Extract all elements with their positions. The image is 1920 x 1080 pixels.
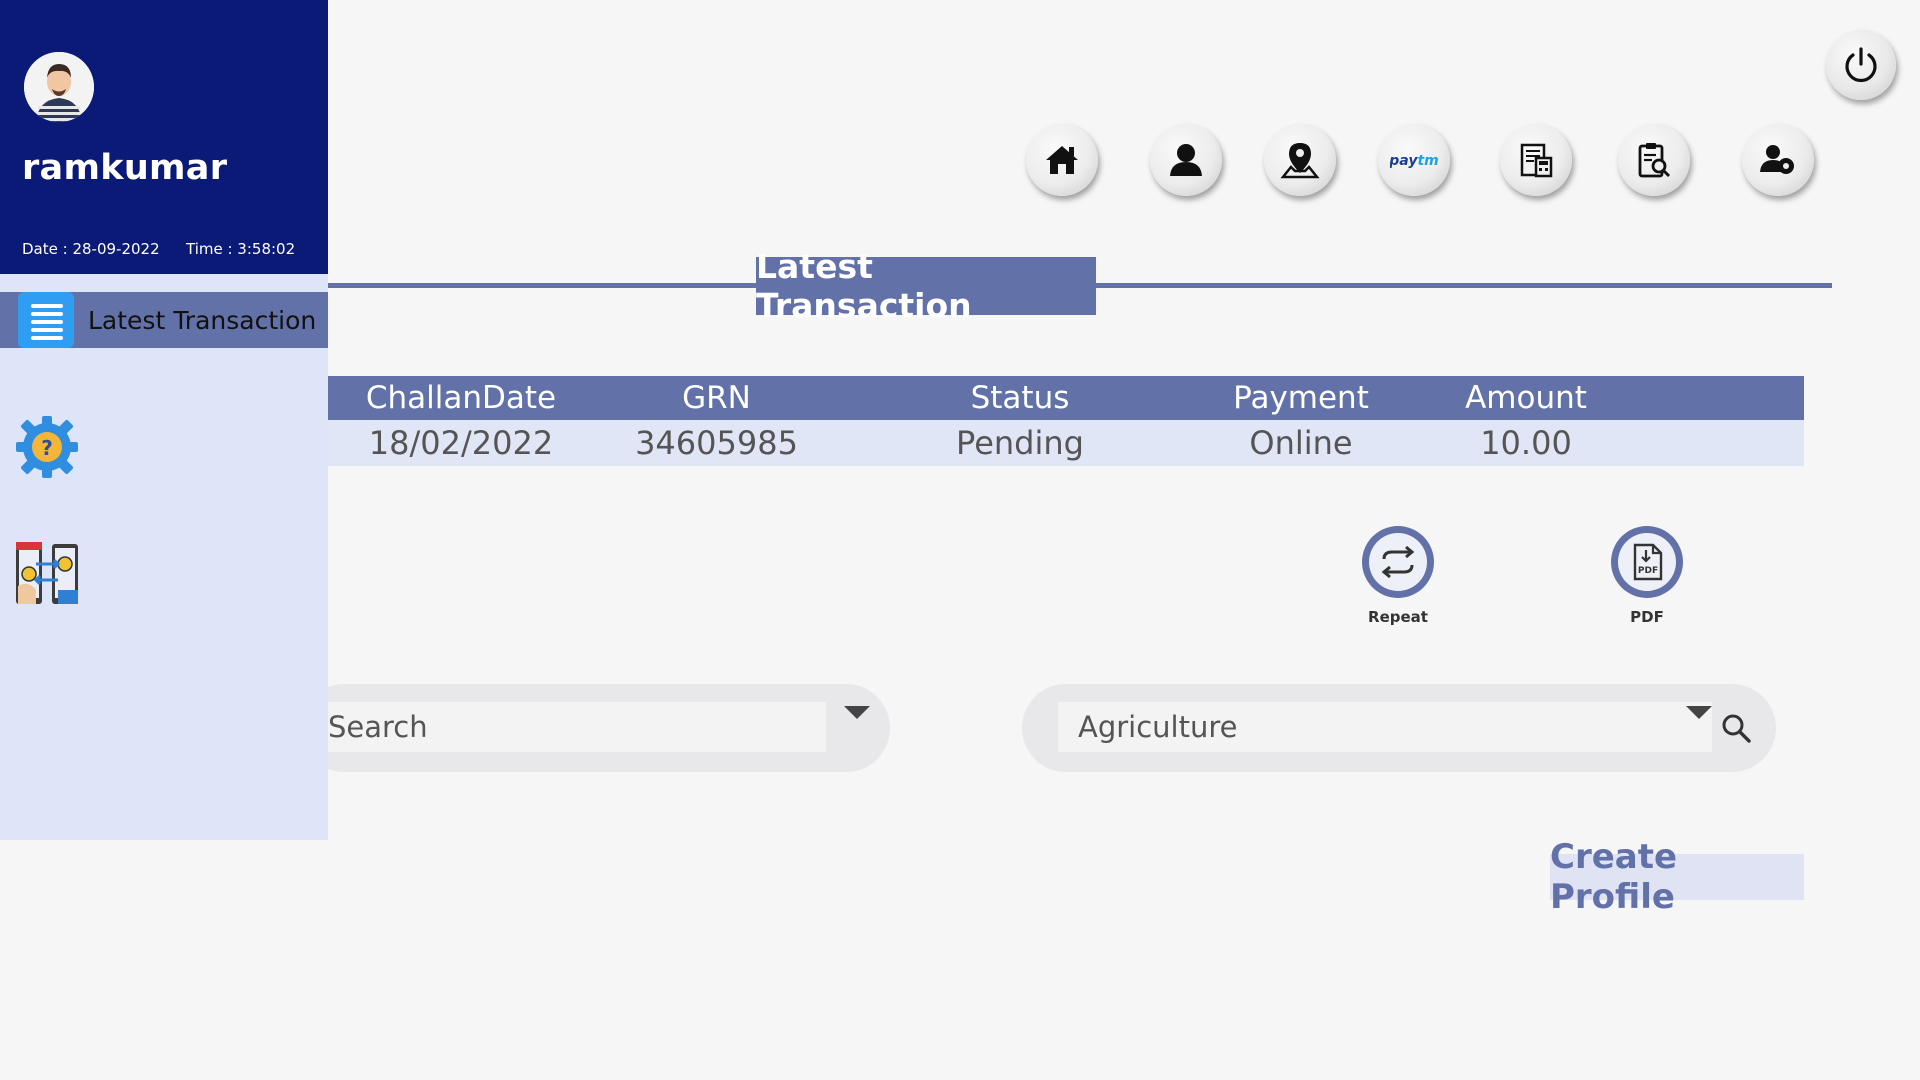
- column-header-grn: GRN: [682, 380, 751, 416]
- user-icon: [1170, 144, 1202, 176]
- section-title: Latest Transaction: [756, 247, 1096, 325]
- column-header-amount: Amount: [1465, 380, 1587, 416]
- username: ramkumar: [22, 148, 228, 188]
- category-search-container: Agriculture: [1022, 684, 1776, 772]
- svg-text:PDF: PDF: [1638, 566, 1658, 576]
- repeat-button[interactable]: Repeat: [1348, 526, 1448, 626]
- current-time: Time : 3:58:02: [186, 240, 296, 258]
- list-icon: [18, 292, 74, 348]
- avatar[interactable]: [24, 52, 94, 122]
- category-dropdown-value: Agriculture: [1078, 710, 1238, 744]
- nav-clipboard-search-button[interactable]: [1618, 124, 1690, 196]
- cell-amount: 10.00: [1480, 424, 1572, 462]
- settings-help-gear-icon[interactable]: ?: [14, 414, 80, 480]
- column-header-challan-date: ChallanDate: [365, 380, 557, 416]
- pdf-file-icon: PDF: [1633, 543, 1663, 581]
- repeat-button-inner: [1369, 533, 1427, 591]
- nav-home-button[interactable]: [1026, 124, 1098, 196]
- mobile-money-exchange-icon[interactable]: [14, 540, 80, 608]
- chevron-down-icon[interactable]: [1686, 706, 1712, 719]
- repeat-label: Repeat: [1368, 608, 1428, 626]
- category-dropdown[interactable]: Agriculture: [1058, 702, 1712, 752]
- repeat-button-circle: [1362, 526, 1434, 598]
- pdf-button[interactable]: PDF PDF: [1597, 526, 1697, 626]
- sidebar-item-label: Latest Transaction: [88, 305, 317, 335]
- cell-grn: 34605985: [635, 424, 798, 462]
- search-dropdown[interactable]: Search: [328, 702, 826, 752]
- cell-status: Pending: [956, 424, 1084, 462]
- search-dropdown-value: Search: [328, 710, 428, 744]
- home-icon: [1046, 146, 1078, 174]
- profile-panel: ramkumar Date : 28-09-2022 Time : 3:58:0…: [0, 0, 328, 274]
- sidebar-item-latest-transaction[interactable]: Latest Transaction: [0, 292, 328, 348]
- create-profile-button[interactable]: Create Profile: [1550, 837, 1804, 917]
- nav-user-settings-button[interactable]: [1742, 124, 1814, 196]
- sidebar-bg-extension: [0, 684, 328, 772]
- power-icon: [1845, 47, 1877, 83]
- svg-text:paytm: paytm: [1390, 153, 1438, 169]
- map-pin-icon: [1280, 143, 1320, 179]
- pdf-button-circle: PDF: [1611, 526, 1683, 598]
- repeat-icon: [1381, 545, 1415, 579]
- svg-text:?: ?: [41, 436, 53, 460]
- nav-receipt-button[interactable]: [1500, 124, 1572, 196]
- clipboard-search-icon: [1638, 143, 1671, 178]
- receipt-calculator-icon: [1520, 143, 1553, 178]
- table-header: ChallanDate GRN Status Payment Amount: [328, 376, 1804, 420]
- chevron-down-icon[interactable]: [844, 706, 870, 719]
- pdf-button-inner: PDF: [1618, 533, 1676, 591]
- column-header-status: Status: [970, 380, 1070, 416]
- table-row[interactable]: 18/02/2022 34605985 Pending Online 10.00: [328, 420, 1804, 466]
- cell-challan-date: 18/02/2022: [368, 424, 554, 462]
- current-date: Date : 28-09-2022: [22, 240, 160, 258]
- left-search-container: Search: [300, 684, 890, 772]
- nav-paytm-button[interactable]: paytm: [1378, 124, 1450, 196]
- cell-payment: Online: [1249, 424, 1353, 462]
- pdf-label: PDF: [1630, 608, 1664, 626]
- power-button[interactable]: [1826, 30, 1896, 100]
- paytm-icon: paytm: [1390, 153, 1438, 169]
- nav-location-button[interactable]: [1264, 124, 1336, 196]
- user-settings-icon: [1760, 145, 1794, 174]
- search-icon[interactable]: [1720, 712, 1752, 744]
- nav-user-button[interactable]: [1150, 124, 1222, 196]
- column-header-payment: Payment: [1233, 380, 1369, 416]
